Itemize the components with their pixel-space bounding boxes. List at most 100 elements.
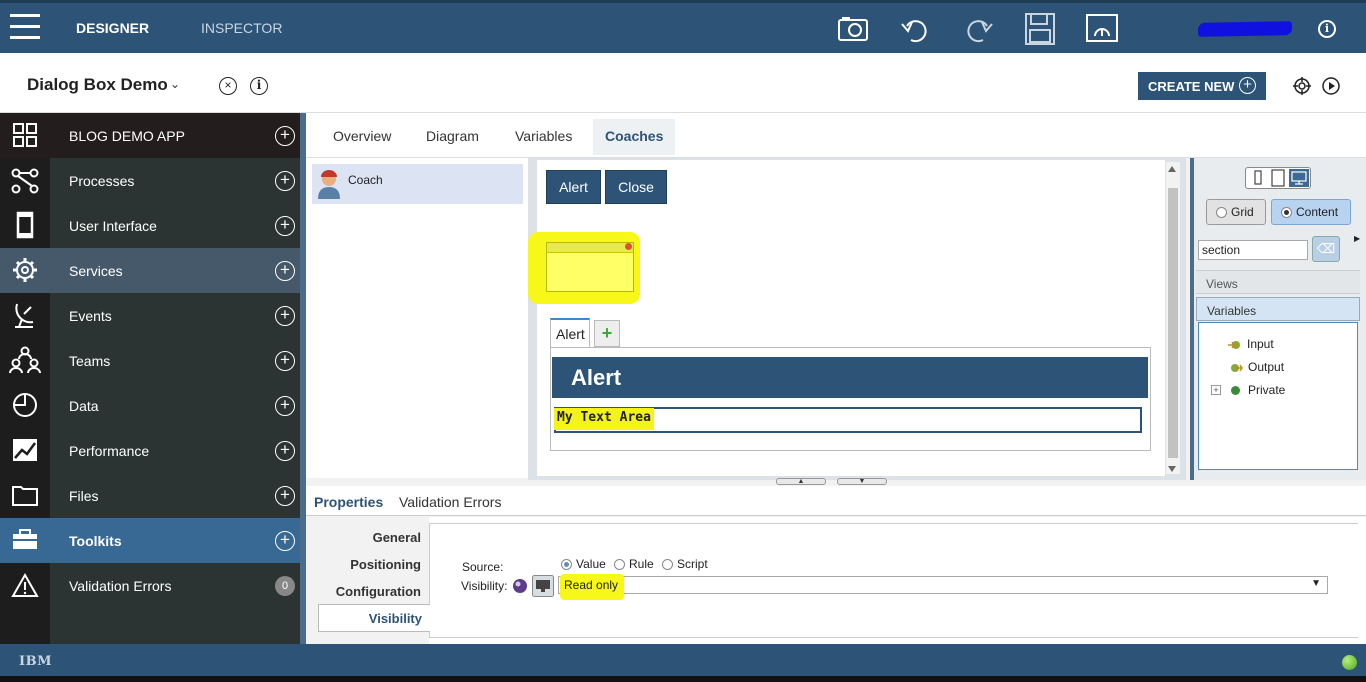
phone-icon (16, 211, 34, 239)
tab-validation-errors[interactable]: Validation Errors (399, 494, 501, 510)
props-nav-positioning[interactable]: Positioning (306, 557, 429, 572)
library-sidebar: BLOG DEMO APP + Processes + User Interfa… (0, 113, 300, 644)
scroll-down-icon[interactable] (1168, 466, 1176, 472)
add-icon[interactable]: + (275, 351, 295, 371)
grid-mode-toggle[interactable]: Grid (1206, 199, 1266, 225)
desktop-view-icon[interactable] (1289, 169, 1309, 187)
dialog-view-icon[interactable] (546, 242, 634, 292)
project-info-icon[interactable]: i (250, 77, 268, 95)
source-script-radio[interactable] (662, 559, 673, 570)
add-icon[interactable]: + (275, 261, 295, 281)
tab-designer[interactable]: DESIGNER (76, 20, 149, 36)
add-icon[interactable]: + (275, 396, 295, 416)
sidebar-item-label: Events (69, 308, 112, 324)
add-icon[interactable]: + (275, 441, 295, 461)
tablet-view-icon[interactable] (1268, 169, 1288, 187)
connection-status-icon (1342, 655, 1357, 670)
sidebar-item-events[interactable]: Events + (0, 293, 300, 338)
expand-private-icon[interactable]: + (1211, 385, 1221, 395)
visibility-select[interactable]: ▼ (558, 576, 1328, 594)
sidebar-item-teams[interactable]: Teams + (0, 338, 300, 383)
collapse-down-handle[interactable]: ▼ (837, 478, 887, 485)
tab-diagram[interactable]: Diagram (426, 128, 479, 144)
project-title[interactable]: Dialog Box Demo (27, 75, 168, 95)
redo-icon[interactable] (961, 12, 995, 46)
add-icon[interactable]: + (275, 486, 295, 506)
sidebar-item-label: Toolkits (69, 533, 122, 549)
data-icon (13, 393, 37, 417)
sidebar-item-label: Files (69, 488, 99, 504)
coach-list-item[interactable]: Coach (312, 164, 523, 204)
sidebar-item-files[interactable]: Files + (0, 473, 300, 518)
tab-variables[interactable]: Variables (515, 128, 572, 144)
collapse-up-handle[interactable]: ▲ (776, 478, 826, 485)
chevron-down-icon[interactable]: ⌄ (170, 77, 180, 91)
sidebar-item-label: Teams (69, 353, 111, 369)
sidebar-item-validation-errors[interactable]: Validation Errors 0 (0, 563, 300, 608)
variable-output[interactable]: Output (1248, 360, 1284, 374)
scroll-up-icon[interactable] (1168, 166, 1176, 172)
source-value-label: Value (576, 557, 606, 571)
section-tab-alert[interactable]: Alert (550, 318, 590, 348)
chart-icon (13, 439, 37, 461)
hamburger-menu-icon[interactable] (10, 14, 40, 40)
palette-section-variables[interactable]: Variables (1196, 297, 1360, 321)
grid-label: Grid (1231, 205, 1254, 219)
add-icon[interactable]: + (275, 171, 295, 191)
save-icon[interactable] (1023, 12, 1057, 46)
add-icon[interactable]: + (275, 126, 295, 146)
clear-search-icon[interactable]: ⌫ (1312, 236, 1340, 262)
info-icon[interactable]: i (1318, 20, 1336, 38)
alert-button[interactable]: Alert (546, 170, 601, 204)
grid-icon (13, 123, 37, 147)
add-tab-icon[interactable]: + (594, 320, 620, 347)
close-button[interactable]: Close (605, 170, 667, 204)
sidebar-item-performance[interactable]: Performance + (0, 428, 300, 473)
input-variable-icon (1228, 341, 1240, 349)
coach-user-icon (318, 170, 340, 199)
palette-section-views[interactable]: Views (1196, 270, 1360, 294)
sidebar-item-blog-demo-app[interactable]: BLOG DEMO APP + (0, 113, 300, 158)
scroll-thumb[interactable] (1168, 188, 1178, 458)
source-rule-radio[interactable] (614, 559, 625, 570)
toolbox-icon (13, 529, 37, 549)
tab-inspector[interactable]: INSPECTOR (201, 20, 282, 36)
palette-search-input[interactable]: section (1198, 240, 1308, 260)
sidebar-item-label: Processes (69, 173, 135, 189)
sidebar-item-services[interactable]: Services + (0, 248, 300, 293)
content-mode-toggle[interactable]: Content (1271, 199, 1351, 225)
tab-overview[interactable]: Overview (333, 128, 391, 144)
device-visibility-icon[interactable] (532, 575, 554, 597)
dashboard-icon[interactable] (1085, 12, 1119, 46)
props-nav-visibility-tab[interactable]: Visibility (318, 604, 430, 632)
play-icon[interactable] (1322, 77, 1340, 95)
undo-icon[interactable] (899, 12, 933, 46)
tab-properties[interactable]: Properties (314, 494, 383, 510)
add-icon[interactable]: + (275, 306, 295, 326)
create-new-button[interactable]: CREATE NEW + (1138, 72, 1266, 100)
coach-list: Coach (306, 158, 528, 478)
tab-coaches[interactable]: Coaches (593, 119, 676, 155)
top-bar: DESIGNER INSPECTOR i (0, 0, 1366, 53)
variable-private[interactable]: Private (1248, 383, 1285, 397)
ibm-logo: IBM (19, 654, 52, 669)
alert-section-header[interactable]: Alert (552, 357, 1148, 398)
crosshair-icon[interactable] (1293, 77, 1311, 95)
sidebar-item-data[interactable]: Data + (0, 383, 300, 428)
sidebar-item-label: User Interface (69, 218, 157, 234)
props-nav-general[interactable]: General (306, 530, 429, 545)
sidebar-item-processes[interactable]: Processes + (0, 158, 300, 203)
props-nav-configuration[interactable]: Configuration (306, 584, 429, 599)
sidebar-item-toolkits[interactable]: Toolkits + (0, 518, 300, 563)
camera-icon[interactable] (836, 12, 870, 46)
palette-menu-icon[interactable]: ▶ (1354, 234, 1360, 243)
visibility-mode-icon[interactable] (512, 578, 528, 594)
redacted-username (1197, 21, 1293, 37)
source-value-radio[interactable] (561, 559, 572, 570)
variable-input[interactable]: Input (1247, 337, 1274, 351)
sidebar-item-user-interface[interactable]: User Interface + (0, 203, 300, 248)
close-project-icon[interactable]: × (219, 77, 237, 95)
add-icon[interactable]: + (275, 531, 295, 551)
phone-view-icon[interactable] (1248, 169, 1268, 187)
add-icon[interactable]: + (275, 216, 295, 236)
